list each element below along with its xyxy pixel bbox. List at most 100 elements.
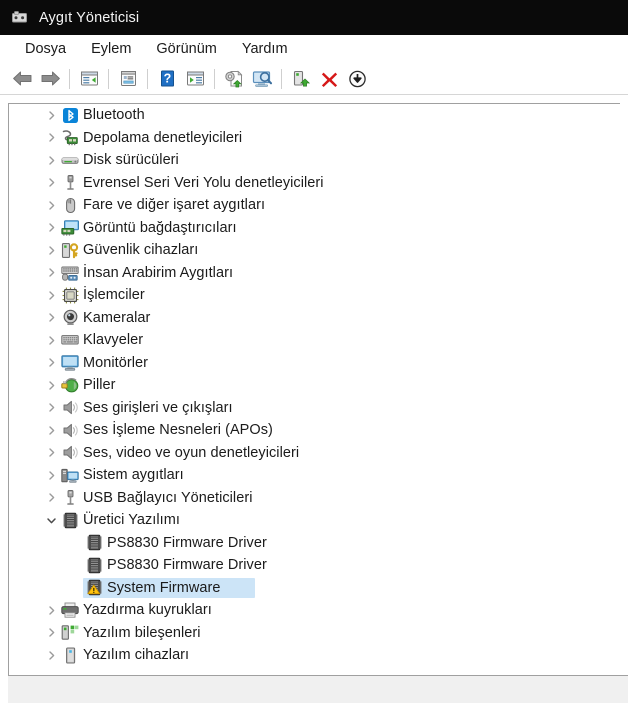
tree-item[interactable]: Piller bbox=[9, 374, 620, 397]
show-hide-console-tree-icon bbox=[80, 70, 99, 87]
tree-item-label: Yazdırma kuyrukları bbox=[83, 602, 212, 619]
tree-item-label: Sistem aygıtları bbox=[83, 467, 184, 484]
chevron-right-icon[interactable] bbox=[43, 217, 59, 239]
tree-item[interactable]: Bluetooth bbox=[9, 104, 620, 127]
device-tree-pane[interactable]: Bluetooth Depolama denetleyicileri Disk sü… bbox=[8, 103, 620, 675]
chevron-right-icon[interactable] bbox=[43, 464, 59, 486]
tree-item[interactable]: PS8830 Firmware Driver bbox=[9, 532, 620, 555]
title-bar: Aygıt Yöneticisi bbox=[0, 0, 628, 35]
window-left-margin bbox=[0, 95, 8, 703]
chevron-right-icon[interactable] bbox=[43, 104, 59, 126]
tree-item[interactable]: Monitörler bbox=[9, 352, 620, 375]
tree-item-label: Evrensel Seri Veri Yolu denetleyicileri bbox=[83, 174, 324, 191]
processor-icon bbox=[61, 286, 79, 304]
menu-gorunum[interactable]: Görünüm bbox=[145, 39, 227, 59]
status-bar bbox=[8, 675, 628, 703]
chevron-down-icon[interactable] bbox=[43, 509, 59, 531]
disable-device-icon bbox=[348, 70, 367, 88]
tree-item[interactable]: Güvenlik cihazları bbox=[9, 239, 620, 262]
tree-item[interactable]: Ses, video ve oyun denetleyicileri bbox=[9, 442, 620, 465]
usb-icon bbox=[61, 174, 79, 192]
chevron-right-icon[interactable] bbox=[43, 644, 59, 666]
chevron-right-icon[interactable] bbox=[43, 172, 59, 194]
menu-eylem[interactable]: Eylem bbox=[80, 39, 142, 59]
chevron-right-icon[interactable] bbox=[43, 262, 59, 284]
storage-controller-icon bbox=[61, 129, 79, 147]
window-right-margin bbox=[620, 103, 628, 675]
tree-item-label: Disk sürücüleri bbox=[83, 152, 179, 169]
disable-device-button[interactable] bbox=[343, 66, 371, 92]
firmware-icon bbox=[85, 556, 103, 574]
toolbar-separator bbox=[147, 68, 148, 89]
toolbar-separator bbox=[108, 68, 109, 89]
show-hide-console-tree-button[interactable] bbox=[75, 66, 103, 92]
tree-item[interactable]: USB Bağlayıcı Yöneticileri bbox=[9, 487, 620, 510]
audio-io-icon bbox=[61, 399, 79, 417]
chevron-right-icon[interactable] bbox=[43, 374, 59, 396]
tree-item[interactable]: Sistem aygıtları bbox=[9, 464, 620, 487]
chevron-right-icon[interactable] bbox=[43, 442, 59, 464]
tree-item-label: Görüntü bağdaştırıcıları bbox=[83, 219, 237, 236]
toolbar: ? bbox=[0, 63, 628, 95]
security-device-icon bbox=[61, 241, 79, 259]
tree-item[interactable]: Klavyeler bbox=[9, 329, 620, 352]
chevron-right-icon[interactable] bbox=[43, 419, 59, 441]
firmware-warning-icon bbox=[85, 579, 103, 597]
tree-item[interactable]: Fare ve diğer işaret aygıtları bbox=[9, 194, 620, 217]
chevron-right-icon[interactable] bbox=[43, 397, 59, 419]
chevron-right-icon[interactable] bbox=[43, 329, 59, 351]
chevron-right-icon[interactable] bbox=[43, 352, 59, 374]
tree-item[interactable]: Görüntü bağdaştırıcıları bbox=[9, 217, 620, 240]
show-hide-action-pane-button[interactable] bbox=[181, 66, 209, 92]
tree-item[interactable]: Ses girişleri ve çıkışları bbox=[9, 397, 620, 420]
tree-item[interactable]: Evrensel Seri Veri Yolu denetleyicileri bbox=[9, 172, 620, 195]
tree-item-label: PS8830 Firmware Driver bbox=[107, 534, 267, 551]
properties-icon bbox=[119, 70, 138, 87]
tree-item[interactable]: System Firmware bbox=[9, 577, 620, 600]
system-device-icon bbox=[61, 466, 79, 484]
chevron-right-icon[interactable] bbox=[43, 599, 59, 621]
mouse-icon bbox=[61, 196, 79, 214]
chevron-right-icon[interactable] bbox=[43, 127, 59, 149]
chevron-right-icon[interactable] bbox=[43, 487, 59, 509]
tree-item[interactable]: Yazılım cihazları bbox=[9, 644, 620, 667]
tree-item[interactable]: Kameralar bbox=[9, 307, 620, 330]
help-button[interactable]: ? bbox=[153, 66, 181, 92]
tree-item[interactable]: PS8830 Firmware Driver bbox=[9, 554, 620, 577]
bluetooth-icon bbox=[61, 106, 79, 124]
menu-dosya[interactable]: Dosya bbox=[14, 39, 77, 59]
update-driver-button[interactable] bbox=[220, 66, 248, 92]
tree-item[interactable]: Disk sürücüleri bbox=[9, 149, 620, 172]
disk-drive-icon bbox=[61, 151, 79, 169]
scan-hardware-changes-button[interactable] bbox=[248, 66, 276, 92]
tree-item-label: Piller bbox=[83, 377, 116, 394]
tree-item-label: Güvenlik cihazları bbox=[83, 242, 199, 259]
chevron-right-icon[interactable] bbox=[43, 284, 59, 306]
tree-item[interactable]: Ses İşleme Nesneleri (APOs) bbox=[9, 419, 620, 442]
forward-button[interactable] bbox=[36, 66, 64, 92]
hid-icon bbox=[61, 264, 79, 282]
chevron-right-icon[interactable] bbox=[43, 149, 59, 171]
tree-item[interactable]: Yazdırma kuyrukları bbox=[9, 599, 620, 622]
usb-connector-icon bbox=[61, 489, 79, 507]
tree-item-label: USB Bağlayıcı Yöneticileri bbox=[83, 489, 253, 506]
tree-item[interactable]: İnsan Arabirim Aygıtları bbox=[9, 262, 620, 285]
back-button[interactable] bbox=[8, 66, 36, 92]
tree-item[interactable]: Depolama denetleyicileri bbox=[9, 127, 620, 150]
keyboard-icon bbox=[61, 331, 79, 349]
properties-button[interactable] bbox=[114, 66, 142, 92]
tree-item[interactable]: İşlemciler bbox=[9, 284, 620, 307]
menu-yardim[interactable]: Yardım bbox=[231, 39, 299, 59]
tree-item-label: Yazılım cihazları bbox=[83, 647, 190, 664]
chevron-right-icon[interactable] bbox=[43, 622, 59, 644]
chevron-right-icon[interactable] bbox=[43, 194, 59, 216]
chevron-right-icon[interactable] bbox=[43, 307, 59, 329]
enable-device-button[interactable] bbox=[287, 66, 315, 92]
device-tree[interactable]: Bluetooth Depolama denetleyicileri Disk sü… bbox=[9, 104, 620, 675]
uninstall-device-button[interactable] bbox=[315, 66, 343, 92]
enable-device-icon bbox=[292, 70, 311, 88]
chevron-right-icon[interactable] bbox=[43, 239, 59, 261]
tree-item[interactable]: Üretici Yazılımı bbox=[9, 509, 620, 532]
forward-arrow-icon bbox=[40, 70, 61, 87]
tree-item[interactable]: Yazılım bileşenleri bbox=[9, 622, 620, 645]
